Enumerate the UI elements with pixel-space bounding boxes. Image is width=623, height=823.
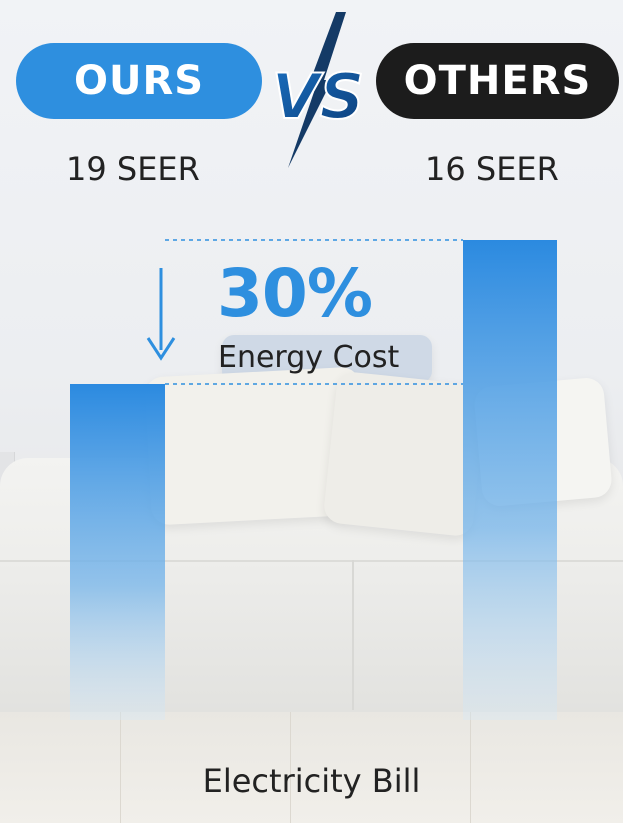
bar-ours	[70, 384, 165, 720]
down-arrow-icon	[146, 268, 176, 361]
reduction-percent: 30%	[217, 255, 373, 332]
x-axis-label: Electricity Bill	[202, 762, 421, 800]
bar-chart	[70, 239, 557, 720]
reduction-label: Energy Cost	[218, 340, 400, 375]
bar-others	[463, 240, 557, 720]
